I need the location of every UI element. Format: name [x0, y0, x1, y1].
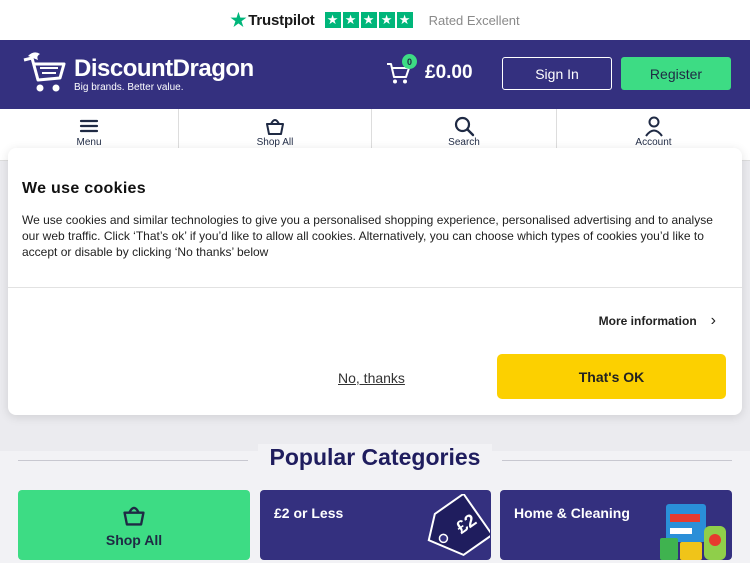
category-label: Shop All — [105, 532, 163, 548]
brand-logo[interactable]: DiscountDragon Big brands. Better value. — [18, 50, 254, 100]
site-header: DiscountDragon Big brands. Better value.… — [0, 40, 750, 109]
star-icon: ★ — [360, 12, 377, 28]
star-icon: ★ — [324, 12, 341, 28]
divider — [18, 460, 248, 461]
category-label: £2 or Less — [274, 505, 344, 521]
page: ★ Trustpilot ★ ★ ★ ★ ★ Rated Excellent D… — [0, 0, 750, 563]
divider — [8, 287, 742, 288]
trustpilot-rating-stars: ★ ★ ★ ★ ★ — [324, 12, 413, 28]
trustpilot-logo: ★ Trustpilot — [230, 11, 314, 29]
more-information-label: More information — [598, 314, 697, 328]
search-icon — [454, 116, 475, 137]
nav-label: Search — [448, 137, 480, 148]
trustpilot-star-icon: ★ — [230, 10, 247, 30]
nav-label: Shop All — [256, 137, 294, 148]
chevron-right-icon: › — [710, 312, 716, 329]
trustpilot-bar[interactable]: ★ Trustpilot ★ ★ ★ ★ ★ Rated Excellent — [0, 0, 750, 40]
cart-dragon-logo-icon — [23, 51, 66, 91]
thats-ok-button[interactable]: That's OK — [497, 354, 726, 399]
category-card-2-or-less[interactable]: £2 or Less £2 — [260, 490, 491, 560]
popular-categories-heading: Popular Categories — [0, 444, 750, 471]
trustpilot-brand: Trustpilot — [248, 11, 315, 29]
cleaning-products-image — [660, 504, 726, 560]
star-icon: ★ — [342, 12, 359, 28]
divider — [502, 460, 732, 461]
cart-button[interactable]: 0 £0.00 — [385, 54, 473, 86]
star-icon: ★ — [396, 12, 413, 28]
cart-total: £0.00 — [425, 62, 473, 83]
cookie-title: We use cookies — [22, 180, 146, 197]
user-icon — [644, 116, 663, 137]
sign-in-button[interactable]: Sign In — [502, 57, 612, 90]
trustpilot-rating-text: Rated Excellent — [428, 12, 520, 28]
more-information-link[interactable]: More information › — [599, 312, 716, 330]
brand-tagline: Big brands. Better value. — [74, 81, 184, 93]
category-card-shop-all[interactable]: Shop All — [18, 490, 250, 560]
cart-icon: 0 — [385, 54, 417, 86]
basket-icon — [266, 119, 284, 135]
price-tag-icon: £2 — [427, 494, 490, 557]
brand-name: DiscountDragon — [74, 54, 254, 82]
basket-icon — [123, 506, 145, 526]
cart-count-badge: 0 — [402, 54, 417, 69]
hamburger-icon — [79, 119, 99, 133]
category-cards: Shop All £2 or Less £2 Home & Cleaning — [18, 490, 732, 560]
star-icon: ★ — [378, 12, 395, 28]
no-thanks-button[interactable]: No, thanks — [338, 370, 405, 386]
section-title: Popular Categories — [257, 444, 493, 471]
nav-label: Account — [635, 137, 672, 148]
category-card-home-cleaning[interactable]: Home & Cleaning — [500, 490, 732, 560]
cookie-consent-dialog: We use cookies We use cookies and simila… — [8, 148, 742, 415]
nav-label: Menu — [76, 137, 102, 148]
cookie-description: We use cookies and similar technologies … — [22, 213, 713, 259]
register-button[interactable]: Register — [621, 57, 731, 90]
category-label: Home & Cleaning — [514, 505, 630, 521]
